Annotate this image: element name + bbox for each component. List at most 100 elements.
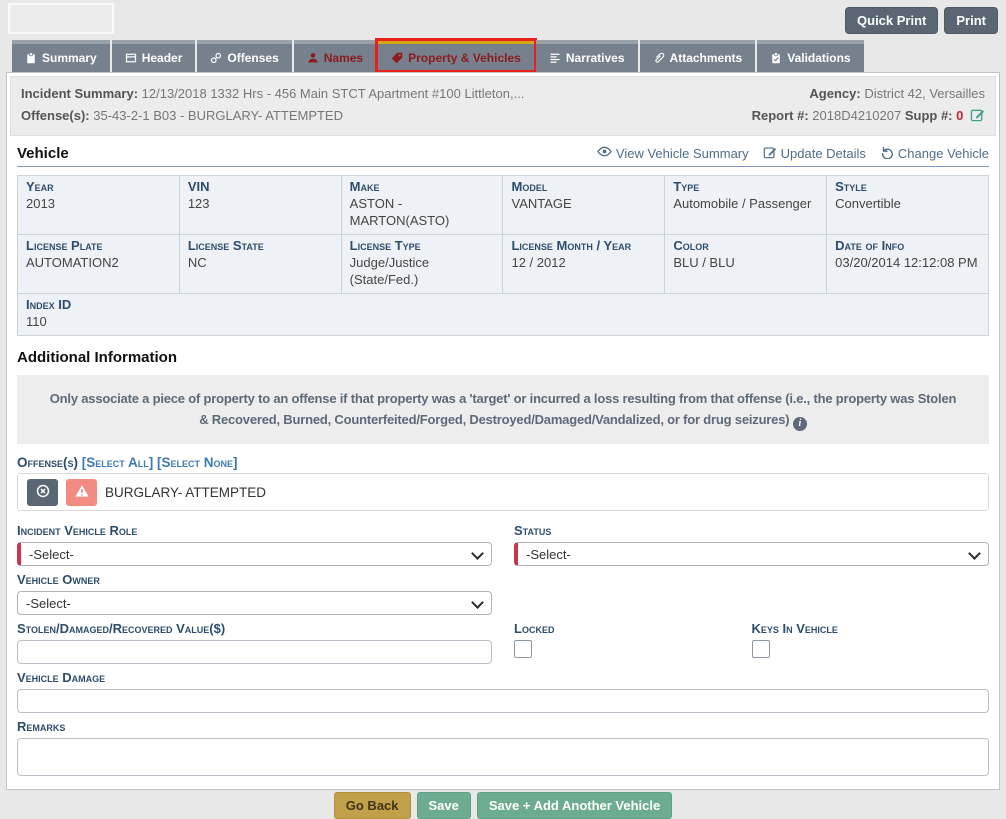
vehicle-title: Vehicle — [17, 145, 69, 162]
tab-offenses[interactable]: Offenses — [197, 40, 291, 72]
tab-label: Header — [142, 51, 183, 65]
change-vehicle-link[interactable]: Change Vehicle — [880, 144, 989, 162]
keys-in-vehicle-checkbox[interactable] — [752, 640, 770, 658]
status-select[interactable]: -Select- — [514, 542, 989, 566]
agency-label: Agency: — [809, 86, 860, 101]
info-icon[interactable]: i — [793, 417, 807, 431]
offense-item: BURGLARY- ATTEMPTED — [17, 473, 989, 511]
supp-edit-icon[interactable] — [970, 107, 985, 129]
quick-print-button[interactable]: Quick Print — [845, 7, 938, 34]
agency-value: District 42, Versailles — [864, 86, 985, 101]
tab-attachments[interactable]: Attachments — [640, 40, 756, 72]
save-button[interactable]: Save — [417, 792, 471, 819]
tab-bar: Summary Header Offenses Names Property &… — [0, 40, 1006, 72]
warning-triangle-icon — [74, 483, 90, 502]
vehicle-owner-label: Vehicle Owner — [17, 572, 492, 587]
offenses-label-row: Offense(s) [Select All] [Select None] — [17, 455, 989, 470]
index-id-cell: Index ID110 — [18, 294, 989, 336]
vehicle-type-cell: TypeAutomobile / Passenger — [665, 176, 827, 235]
edit-icon — [763, 145, 777, 162]
tab-label: Narratives — [566, 51, 625, 65]
license-month-year-cell: License Month / Year12 / 2012 — [503, 235, 665, 294]
stolen-value-label: Stolen/Damaged/Recovered Value($) — [17, 621, 492, 636]
tab-label: Summary — [42, 51, 97, 65]
tab-names[interactable]: Names — [294, 40, 376, 72]
tab-property-vehicles[interactable]: Property & Vehicles — [378, 40, 534, 72]
keys-in-vehicle-label: Keys In Vehicle — [752, 621, 990, 636]
report-value: 2018D4210207 — [812, 108, 901, 123]
incident-summary-value: 12/13/2018 1332 Hrs - 456 Main STCT Apar… — [142, 86, 525, 101]
incident-vehicle-role-label: Incident Vehicle Role — [17, 523, 492, 538]
incident-summary-label: Incident Summary: — [21, 86, 138, 101]
association-notice: Only associate a piece of property to an… — [17, 375, 989, 444]
window-icon — [125, 52, 137, 64]
vehicle-vin-cell: VIN123 — [179, 176, 341, 235]
circle-x-icon — [35, 483, 51, 502]
form-buttons: Go Back Save Save + Add Another Vehicle — [17, 792, 989, 819]
tab-validations[interactable]: Validations — [757, 40, 863, 72]
offense-value: 35-43-2-1 B03 - BURGLARY- ATTEMPTED — [93, 108, 343, 123]
lines-icon — [549, 52, 561, 64]
tab-label: Names — [324, 51, 363, 65]
top-bar: Quick Print Print — [0, 0, 1006, 40]
offenses-label: Offense(s) — [17, 455, 78, 470]
offense-name: BURGLARY- ATTEMPTED — [105, 485, 266, 500]
table-row: Year2013 VIN123 MakeASTON - MARTON(ASTO)… — [18, 176, 989, 235]
notice-text: Only associate a piece of property to an… — [50, 391, 956, 427]
print-button-group: Quick Print Print — [845, 7, 998, 34]
color-cell: ColorBLU / BLU — [665, 235, 827, 294]
incident-summary-bar: Incident Summary: 12/13/2018 1332 Hrs - … — [10, 76, 996, 136]
supp-label: Supp #: — [905, 108, 953, 123]
incident-vehicle-role-select[interactable]: -Select- — [17, 542, 492, 566]
vehicle-model-cell: ModelVANTAGE — [503, 176, 665, 235]
agency-text: Agency: District 42, Versailles — [809, 83, 985, 105]
select-all-link[interactable]: [Select All] — [82, 455, 154, 470]
vehicle-make-cell: MakeASTON - MARTON(ASTO) — [341, 176, 503, 235]
deselect-offense-button[interactable] — [27, 479, 58, 506]
table-row: License PlateAUTOMATION2 License StateNC… — [18, 235, 989, 294]
person-icon — [307, 52, 319, 64]
incident-summary-text: Incident Summary: 12/13/2018 1332 Hrs - … — [21, 83, 524, 105]
vehicle-section-header: Vehicle View Vehicle Summary Update Deta… — [17, 144, 989, 167]
license-type-cell: License TypeJudge/Justice (State/Fed.) — [341, 235, 503, 294]
vehicle-owner-select[interactable]: -Select- — [17, 591, 492, 615]
tab-header[interactable]: Header — [112, 40, 196, 72]
stolen-value-input[interactable] — [17, 640, 492, 664]
tab-label: Attachments — [670, 51, 743, 65]
tab-summary[interactable]: Summary — [12, 40, 110, 72]
additional-information-title: Additional Information — [17, 349, 989, 366]
logo-placeholder — [8, 3, 114, 34]
vehicle-style-cell: StyleConvertible — [827, 176, 989, 235]
offense-warning-button[interactable] — [66, 479, 97, 506]
update-details-link[interactable]: Update Details — [763, 144, 866, 162]
vehicle-year-cell: Year2013 — [18, 176, 180, 235]
table-row: Index ID110 — [18, 294, 989, 336]
date-of-info-cell: Date of Info03/20/2014 12:12:08 PM — [827, 235, 989, 294]
remarks-label: Remarks — [17, 719, 989, 734]
report-label: Report #: — [752, 108, 809, 123]
view-vehicle-summary-link[interactable]: View Vehicle Summary — [597, 144, 749, 162]
tag-icon — [391, 52, 403, 64]
supp-value: 0 — [956, 108, 963, 123]
undo-icon — [880, 145, 894, 162]
locked-label: Locked — [514, 621, 752, 636]
go-back-button[interactable]: Go Back — [334, 792, 411, 819]
vehicle-details-table: Year2013 VIN123 MakeASTON - MARTON(ASTO)… — [17, 175, 989, 336]
vehicle-damage-input[interactable] — [17, 689, 989, 713]
clipboard-check-icon — [770, 52, 782, 64]
status-label: Status — [514, 523, 989, 538]
print-button[interactable]: Print — [944, 7, 998, 34]
remarks-textarea[interactable] — [17, 738, 989, 776]
locked-checkbox[interactable] — [514, 640, 532, 658]
eye-icon — [597, 144, 612, 162]
handcuffs-icon — [210, 52, 222, 64]
select-none-link[interactable]: [Select None] — [157, 455, 238, 470]
save-add-another-vehicle-button[interactable]: Save + Add Another Vehicle — [477, 792, 672, 819]
update-details-label: Update Details — [781, 146, 866, 161]
offense-summary-text: Offense(s): 35-43-2-1 B03 - BURGLARY- AT… — [21, 105, 343, 129]
paperclip-icon — [653, 52, 665, 64]
change-vehicle-label: Change Vehicle — [898, 146, 989, 161]
tab-narratives[interactable]: Narratives — [536, 40, 638, 72]
main-panel: Incident Summary: 12/13/2018 1332 Hrs - … — [6, 72, 1000, 790]
tab-label: Validations — [787, 51, 850, 65]
